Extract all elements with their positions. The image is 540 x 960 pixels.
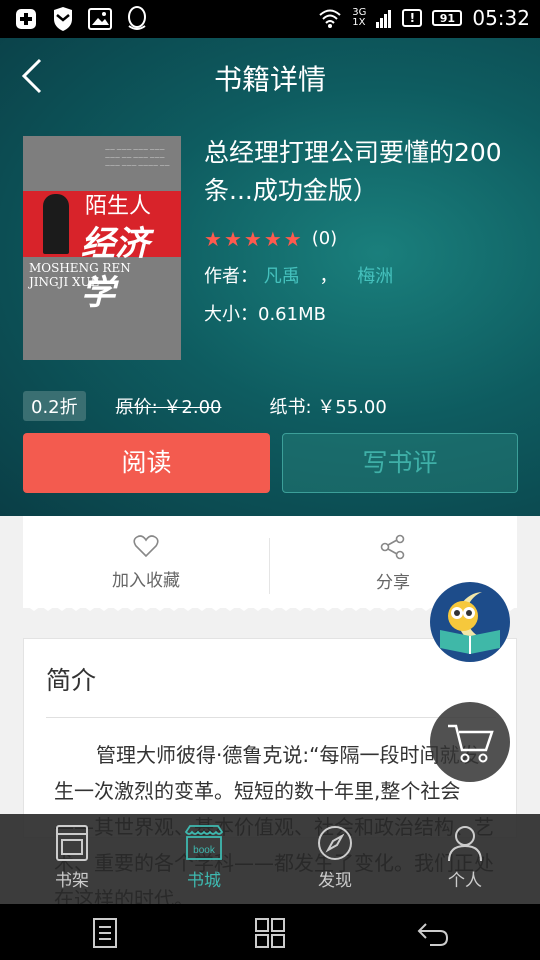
star-icon: ★ (204, 226, 222, 251)
author-label: 作者： (204, 266, 258, 287)
svg-text:book: book (193, 845, 216, 856)
heart-icon (133, 535, 159, 558)
tab-discover[interactable]: 发现 (285, 824, 385, 891)
book-header: 书籍详情 —— ——— ——— ——— ——— —— ——— ——— ——— —… (0, 38, 540, 516)
tab-bookstore[interactable]: book 书城 (154, 824, 254, 891)
clock: 05:32 (472, 6, 530, 30)
add-notification-icon (16, 9, 36, 29)
cover-pinyin-line1: MOSHENG REN (29, 261, 131, 275)
write-review-button[interactable]: 写书评 (282, 433, 518, 493)
cover-figure (43, 194, 69, 254)
intro-divider (46, 717, 496, 718)
status-bar: 3G 1X ! 91 05:32 (0, 0, 540, 38)
alert-icon: ! (402, 9, 423, 27)
cover-pinyin: MOSHENG REN JINGJI XUE (29, 261, 131, 289)
shield-icon (54, 7, 72, 31)
rating: ★ ★ ★ ★ ★ (0) (204, 228, 337, 249)
signal-icon (376, 10, 392, 28)
cover-pinyin-line2: JINGJI XUE (29, 275, 100, 289)
original-price: 原价: ￥2.00 (115, 397, 222, 418)
home-grid-icon[interactable] (253, 916, 287, 950)
bookshelf-icon (56, 825, 88, 861)
person-icon (448, 826, 482, 862)
tab-discover-label: 发现 (318, 871, 352, 891)
cover-blurb-decoration: —— ——— ——— ——— ——— —— ——— ——— ——— ——— ——… (105, 147, 170, 169)
author-row: 作者： 凡禹 ， 梅洲 (204, 262, 393, 288)
battery-level: 91 (439, 11, 456, 25)
rating-count: (0) (311, 228, 338, 249)
tab-profile[interactable]: 个人 (415, 824, 515, 891)
qq-icon (128, 6, 146, 30)
star-icon: ★ (283, 226, 302, 251)
star-icon: ★ (263, 226, 282, 251)
back-icon[interactable] (416, 916, 450, 950)
tab-profile-label: 个人 (448, 871, 482, 891)
network-indicator: 3G 1X (352, 8, 366, 28)
bookstore-icon: book (184, 825, 224, 860)
compass-icon (318, 826, 352, 860)
tab-bookshelf[interactable]: 书架 (22, 824, 122, 891)
discount-badge: 0.2折 (23, 391, 86, 421)
tab-bookshelf-label: 书架 (55, 871, 89, 891)
book-title: 总经理打理公司要懂的200条...成功金版） (204, 138, 502, 205)
battery-icon: 91 (432, 10, 463, 26)
wifi-icon (319, 9, 341, 28)
cart-icon (448, 724, 494, 763)
favorite-button[interactable]: 加入收藏 (23, 534, 269, 591)
author-link-2[interactable]: 梅洲 (357, 266, 393, 287)
intro-title: 简介 (46, 666, 97, 695)
system-nav-bar (0, 904, 540, 960)
network-type-bottom: 1X (352, 17, 366, 28)
owl-mascot-icon (440, 592, 500, 654)
star-icon: ★ (243, 226, 262, 251)
image-notification-icon (88, 8, 112, 30)
page-title: 书籍详情 (213, 63, 326, 96)
paper-book-price: 纸书: ￥55.00 (269, 397, 387, 418)
menu-icon[interactable] (88, 916, 122, 950)
author-link-1[interactable]: 凡禹 (264, 266, 300, 287)
cart-button[interactable] (430, 702, 510, 782)
share-label: 分享 (376, 573, 410, 593)
star-icon: ★ (223, 226, 242, 251)
read-button[interactable]: 阅读 (23, 433, 270, 493)
size-row: 大小：0.61MB (204, 300, 326, 326)
book-cover: —— ——— ——— ——— ——— —— ——— ——— ——— ——— ——… (23, 136, 181, 360)
file-size: 0.61MB (258, 304, 326, 325)
author-separator: ， (319, 266, 338, 287)
size-label: 大小： (204, 304, 258, 325)
favorite-label: 加入收藏 (112, 571, 180, 591)
reading-mascot-button[interactable] (430, 582, 510, 662)
price-row: 0.2折 原价: ￥2.00 纸书: ￥55.00 (23, 391, 387, 421)
tab-bookstore-label: 书城 (187, 871, 221, 891)
share-icon (380, 534, 405, 560)
bottom-tab-bar: 书架 book 书城 发现 个人 (0, 814, 540, 904)
